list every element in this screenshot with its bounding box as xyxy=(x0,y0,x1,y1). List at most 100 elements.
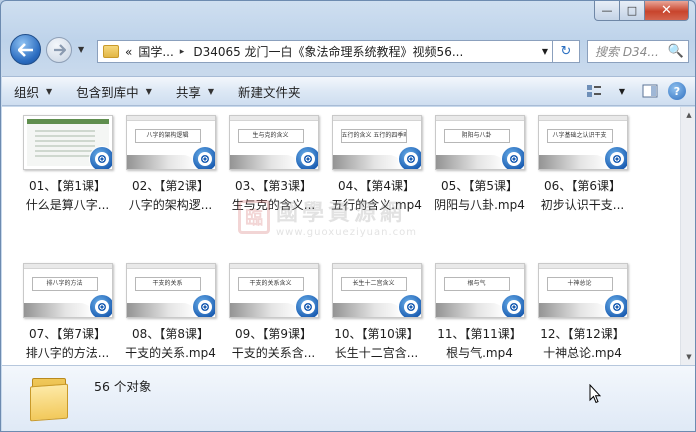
maximize-button[interactable]: □ xyxy=(620,1,645,21)
file-item[interactable]: 根与气 11、【第11课】 根与气.mp4 xyxy=(428,263,531,363)
folder-icon xyxy=(103,45,119,58)
file-item[interactable]: 干支的关系含义 09、【第9课】 干支的关系含... xyxy=(222,263,325,363)
video-thumbnail: 阴阳与八卦 xyxy=(434,115,525,170)
breadcrumb-separator[interactable]: ▸ xyxy=(180,47,185,57)
preview-pane-icon xyxy=(642,84,658,98)
slide-title: 排八字的方法 xyxy=(31,277,98,291)
slide-title: 干支的关系 xyxy=(134,277,201,291)
view-dropdown[interactable]: ▼ xyxy=(608,77,636,105)
video-file-icon xyxy=(397,146,421,169)
video-file-icon xyxy=(88,294,112,317)
video-thumbnail: 干支的关系 xyxy=(125,263,216,318)
file-name-line: 五行的含义.mp4 xyxy=(331,198,422,212)
file-name-line: 阴阳与八卦.mp4 xyxy=(434,198,525,212)
file-name-line: 什么是算八字... xyxy=(25,198,110,212)
search-placeholder: 搜索 D34... xyxy=(595,45,659,59)
folder-icon xyxy=(30,376,70,422)
video-thumbnail: 八字基础之认识干支 xyxy=(537,115,628,170)
back-button[interactable] xyxy=(10,34,41,65)
video-thumbnail: 五行的含义 五行的四季旺相 xyxy=(331,115,422,170)
video-thumbnail: 生与克的含义 xyxy=(228,115,319,170)
file-list: 01、【第1课】 什么是算八字... 八字的架构逻辑 02、【第2课】 八字的架构逻..… xyxy=(2,107,695,365)
file-item[interactable]: 十神总论 12、【第12课】 十神总论.mp4 xyxy=(531,263,634,363)
caption-buttons: — □ ✕ xyxy=(594,1,689,21)
breadcrumb-item[interactable]: D34065 龙门一白《象法命理系统教程》视频56... xyxy=(193,43,463,60)
breadcrumb-item[interactable]: 国学... xyxy=(138,43,173,60)
file-item[interactable]: 生与克的含义 03、【第3课】 生与克的含义... xyxy=(222,115,325,215)
view-grid-icon xyxy=(587,85,601,97)
vertical-scrollbar[interactable]: ▲ ▼ xyxy=(680,107,695,365)
file-name-line: 生与克的含义... xyxy=(231,198,316,212)
file-name: 12、【第12课】 十神总论.mp4 xyxy=(531,325,634,363)
file-name-line: 八字的架构逻... xyxy=(128,198,213,212)
file-name: 02、【第2课】 八字的架构逻... xyxy=(119,177,222,215)
file-name-line: 10、【第10课】 xyxy=(334,327,419,341)
file-name: 06、【第6课】 初步认识干支... xyxy=(531,177,634,215)
video-thumbnail: 十神总论 xyxy=(537,263,628,318)
file-name-line: 初步认识干支... xyxy=(540,198,625,212)
file-name-line: 干支的关系.mp4 xyxy=(125,346,216,360)
slide-title: 长生十二宫含义 xyxy=(340,277,407,291)
file-item[interactable]: 八字基础之认识干支 06、【第6课】 初步认识干支... xyxy=(531,115,634,215)
file-name: 05、【第5课】 阴阳与八卦.mp4 xyxy=(428,177,531,215)
video-file-icon xyxy=(500,294,524,317)
file-name: 08、【第8课】 干支的关系.mp4 xyxy=(119,325,222,363)
file-name-line: 长生十二宫含... xyxy=(334,346,419,360)
video-thumbnail xyxy=(22,115,113,170)
minimize-button[interactable]: — xyxy=(594,1,620,21)
file-item[interactable]: 01、【第1课】 什么是算八字... xyxy=(16,115,119,215)
explorer-window: — □ ✕ ▼ « 国学... ▸ D34065 龙门一白《象法命理系统教程》视… xyxy=(0,0,696,432)
file-name-line: 05、【第5课】 xyxy=(441,179,518,193)
item-count: 56 个对象 xyxy=(94,379,152,394)
command-bar: 组织 ▼ 包含到库中 ▼ 共享 ▼ 新建文件夹 ▼ ? xyxy=(2,76,695,106)
breadcrumb-overflow[interactable]: « xyxy=(125,45,132,59)
video-file-icon xyxy=(397,294,421,317)
new-folder-button[interactable]: 新建文件夹 xyxy=(226,77,313,105)
organize-button[interactable]: 组织 ▼ xyxy=(2,77,64,105)
file-item[interactable]: 阴阳与八卦 05、【第5课】 阴阳与八卦.mp4 xyxy=(428,115,531,215)
include-library-label: 包含到库中 xyxy=(76,84,139,100)
video-file-icon xyxy=(294,294,318,317)
file-name-line: 12、【第12课】 xyxy=(540,327,625,341)
refresh-button[interactable]: ↻ xyxy=(553,40,580,63)
video-thumbnail: 根与气 xyxy=(434,263,525,318)
file-name: 11、【第11课】 根与气.mp4 xyxy=(428,325,531,363)
file-name-line: 04、【第4课】 xyxy=(338,179,415,193)
file-name-line: 07、【第7课】 xyxy=(29,327,106,341)
search-input[interactable]: 搜索 D34... 🔍 xyxy=(587,40,689,63)
chevron-down-icon: ▼ xyxy=(207,86,215,96)
chevron-down-icon: ▼ xyxy=(145,86,152,96)
recent-pages-dropdown[interactable]: ▼ xyxy=(78,45,84,54)
forward-button[interactable] xyxy=(46,37,72,63)
slide-title: 八字基础之认识干支 xyxy=(546,129,613,143)
forward-arrow-icon xyxy=(53,44,66,56)
file-item[interactable]: 五行的含义 五行的四季旺相 04、【第4课】五行的含义.mp4 xyxy=(325,115,428,215)
file-name: 04、【第4课】 五行的含义.mp4 xyxy=(325,177,428,215)
change-view-button[interactable] xyxy=(580,77,608,105)
scroll-up-button[interactable]: ▲ xyxy=(681,107,695,123)
mouse-cursor-icon xyxy=(589,384,601,404)
search-icon[interactable]: 🔍 xyxy=(668,44,684,59)
file-item[interactable]: 八字的架构逻辑 02、【第2课】 八字的架构逻... xyxy=(119,115,222,215)
share-button[interactable]: 共享 ▼ xyxy=(164,77,226,105)
address-bar[interactable]: « 国学... ▸ D34065 龙门一白《象法命理系统教程》视频56... ▼ xyxy=(97,40,553,63)
close-button[interactable]: ✕ xyxy=(645,1,689,21)
include-in-library-button[interactable]: 包含到库中 ▼ xyxy=(64,77,164,105)
video-file-icon xyxy=(191,146,215,169)
slide-title: 生与克的含义 xyxy=(237,129,304,143)
video-file-icon xyxy=(603,146,627,169)
file-item[interactable]: 排八字的方法 07、【第7课】 排八字的方法... xyxy=(16,263,119,363)
slide-title: 阴阳与八卦 xyxy=(443,129,510,143)
video-thumbnail: 干支的关系含义 xyxy=(228,263,319,318)
preview-pane-button[interactable] xyxy=(636,77,664,105)
video-file-icon xyxy=(88,146,112,169)
video-file-icon xyxy=(191,294,215,317)
help-button[interactable]: ? xyxy=(668,82,686,100)
chevron-down-icon: ▼ xyxy=(618,86,626,96)
file-item[interactable]: 干支的关系 08、【第8课】 干支的关系.mp4 xyxy=(119,263,222,363)
video-thumbnail: 排八字的方法 xyxy=(22,263,113,318)
file-item[interactable]: 长生十二宫含义 10、【第10课】 长生十二宫含... xyxy=(325,263,428,363)
scroll-down-button[interactable]: ▼ xyxy=(681,349,695,365)
address-dropdown[interactable]: ▼ xyxy=(538,47,552,56)
slide-title: 根与气 xyxy=(443,277,510,291)
